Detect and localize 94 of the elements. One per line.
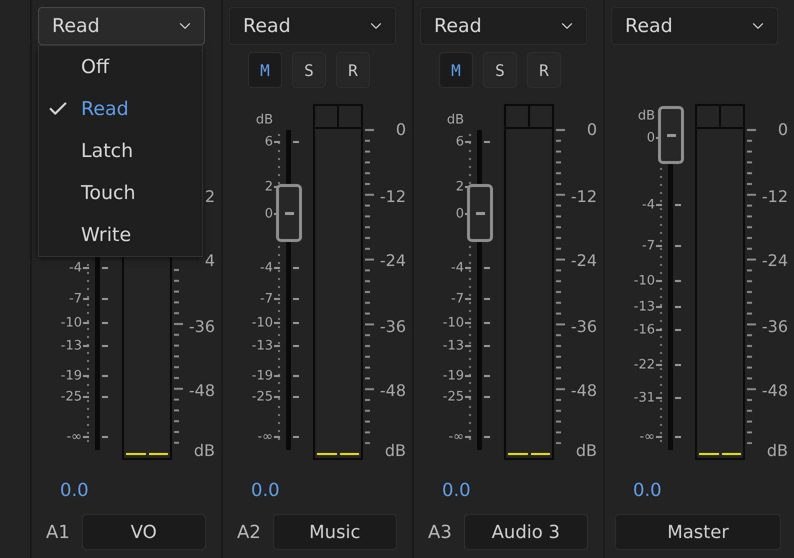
track-id: A2 <box>237 522 261 542</box>
fader-knob[interactable] <box>276 184 302 242</box>
fader-scale-label: 0 <box>456 208 464 220</box>
automation-dropdown[interactable]: Read <box>229 7 396 45</box>
fader-scale-label: -7 <box>642 240 655 252</box>
fader-scale-label: -19 <box>442 370 464 382</box>
unit-label: dB <box>256 114 273 126</box>
meter-scale-label: -48 <box>570 383 597 399</box>
fader-scale-label: -∞ <box>639 430 655 444</box>
fader-scale-label: -4 <box>642 198 655 212</box>
meter-scale-label: -24 <box>380 253 406 269</box>
fader-scale-label: -4 <box>69 262 82 274</box>
fader-scale-label: -19 <box>60 370 82 382</box>
menu-item[interactable]: Latch <box>39 130 202 172</box>
track-name[interactable]: Master <box>615 514 781 550</box>
fader-scale-label: -19 <box>252 370 273 382</box>
track-toggle-button[interactable]: S <box>292 52 326 88</box>
volume-readout[interactable]: 0.0 <box>605 480 794 502</box>
menu-item[interactable]: Off <box>39 46 202 88</box>
meter-scale-label: -24 <box>570 253 597 269</box>
fader-scale-label: 0 <box>646 132 655 144</box>
track-id: A3 <box>428 522 452 542</box>
fader-scale-label: -4 <box>451 262 464 274</box>
meter-scale-label: -12 <box>380 189 406 205</box>
meter-scale-label: 0 <box>396 122 406 138</box>
meter-scale-label: dB <box>766 443 788 459</box>
fader-scale-label: -13 <box>252 340 273 352</box>
fader-scale-label: -22 <box>634 358 655 372</box>
fader-scale-label: 6 <box>456 136 464 148</box>
menu-item[interactable]: Touch <box>39 172 202 214</box>
fader-scale-label: -25 <box>442 390 464 404</box>
fader-scale-label: -13 <box>634 300 655 314</box>
meter-scale-label: -36 <box>762 319 788 335</box>
fader-scale-label: -13 <box>442 340 464 352</box>
fader-scale-label: -31 <box>634 392 655 404</box>
automation-dropdown[interactable]: Read <box>611 7 778 45</box>
meter-scale-label: -48 <box>188 383 215 399</box>
fader-scale-label: 0 <box>264 208 273 220</box>
fader-scale-label: -10 <box>442 316 464 330</box>
meter-scale-label: dB <box>194 443 215 459</box>
fader-scale-label: -10 <box>60 316 82 330</box>
meter-scale-label: 2 <box>204 189 215 205</box>
meter-scale-label: -12 <box>570 189 597 205</box>
automation-dropdown[interactable]: Read <box>420 7 587 45</box>
menu-item[interactable]: Read <box>39 88 202 130</box>
fader-scale-label: -25 <box>60 390 82 404</box>
track-name[interactable]: VO <box>82 514 206 550</box>
fader-scale-label: -7 <box>69 292 82 306</box>
fader-scale-label: -10 <box>252 316 273 330</box>
meter-scale-label: 0 <box>586 122 597 138</box>
meter-scale-label: dB <box>576 443 597 459</box>
meter-scale-label: -48 <box>380 383 406 399</box>
fader-scale-label: 6 <box>264 136 273 148</box>
track-name[interactable]: Music <box>272 514 397 550</box>
fader-scale-label: -∞ <box>66 430 82 444</box>
fader-scale-label: -4 <box>260 262 273 274</box>
fader-track[interactable] <box>657 108 685 450</box>
fader-scale-label: -∞ <box>257 430 273 444</box>
fader-knob[interactable] <box>467 184 493 242</box>
fader-track[interactable] <box>275 130 303 450</box>
fader-scale-label: 2 <box>456 180 464 194</box>
fader-track[interactable] <box>466 130 494 450</box>
fader-scale-label: -10 <box>634 274 655 288</box>
meter-scale-label: -24 <box>762 253 788 269</box>
menu-item[interactable]: Write <box>39 214 202 256</box>
unit-label: dB <box>446 114 464 126</box>
meter-scale-label: 0 <box>778 122 788 138</box>
unit-label: dB <box>638 110 655 122</box>
automation-dropdown[interactable]: Read <box>38 7 205 45</box>
meter-scale-label: -36 <box>188 319 215 335</box>
fader-scale-label: -16 <box>634 324 655 336</box>
fader-scale-label: -13 <box>60 340 82 352</box>
meter-scale-label: -12 <box>762 189 788 205</box>
fader-scale-label: -7 <box>451 292 464 306</box>
fader-scale-label: -∞ <box>448 430 464 444</box>
track-toggle-button[interactable]: M <box>439 52 473 88</box>
track-id: A1 <box>46 522 70 542</box>
fader-scale-label: 2 <box>264 180 273 194</box>
fader-knob[interactable] <box>658 106 684 164</box>
track-toggle-button[interactable]: M <box>248 52 282 88</box>
meter-scale-label: dB <box>384 443 406 459</box>
fader-scale-label: -7 <box>260 292 273 306</box>
track-toggle-button[interactable]: R <box>527 52 561 88</box>
track-toggle-button[interactable]: S <box>483 52 517 88</box>
track-toggle-button[interactable]: R <box>336 52 370 88</box>
volume-readout[interactable]: 0.0 <box>414 480 603 502</box>
track-name[interactable]: Audio 3 <box>464 514 588 550</box>
meter-scale-label: -36 <box>570 319 597 335</box>
volume-readout[interactable]: 0.0 <box>223 480 412 502</box>
meter-scale-label: -36 <box>380 319 406 335</box>
meter-scale-label: -48 <box>762 383 788 399</box>
fader-scale-label: -25 <box>252 390 273 404</box>
volume-readout[interactable]: 0.0 <box>32 480 221 502</box>
meter-scale-label: 4 <box>204 253 215 269</box>
